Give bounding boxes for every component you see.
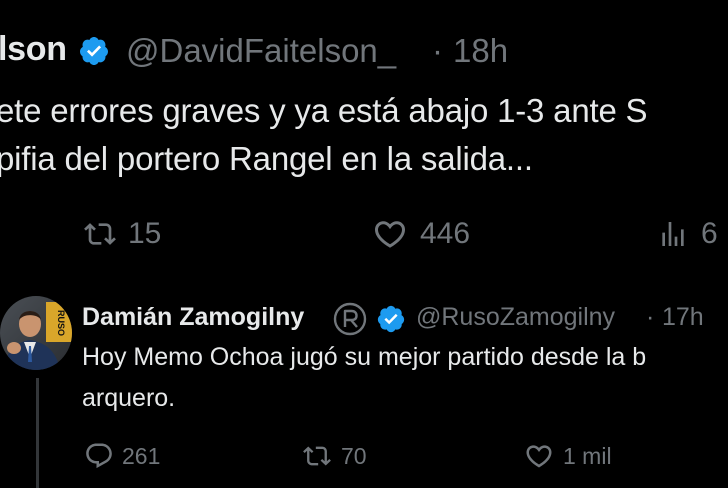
verified-badge-icon [377, 305, 405, 333]
avatar[interactable]: RUSO [0, 296, 72, 370]
author-name[interactable]: lson [0, 30, 67, 69]
separator-dot: · [432, 32, 443, 69]
heart-icon [526, 445, 552, 468]
like-count: 446 [420, 217, 471, 250]
reply-button[interactable]: 261 [84, 440, 160, 472]
retweet-icon [84, 223, 116, 245]
retweet-count: 70 [341, 442, 367, 469]
registered-icon [333, 302, 367, 336]
tweet-text-line: pifia del portero Rangel en la salida... [0, 140, 533, 177]
views-count: 6 [701, 217, 718, 250]
retweet-button[interactable]: 70 [301, 440, 367, 472]
like-count: 1 mil [563, 442, 612, 469]
author-name[interactable]: Damián Zamogilny [82, 303, 304, 332]
timestamp[interactable]: 18h [453, 32, 508, 70]
like-button[interactable]: 1 mil [523, 440, 612, 472]
thread-connector-line [36, 378, 39, 488]
reply-icon [86, 443, 112, 469]
retweet-button[interactable]: 15 [82, 214, 161, 254]
like-button[interactable]: 446 [370, 214, 470, 254]
heart-icon [374, 221, 406, 248]
reply-count: 261 [122, 442, 161, 469]
avatar-logo-text: RUSO [56, 310, 66, 337]
views-icon [662, 222, 684, 246]
timestamp[interactable]: 17h [662, 303, 704, 332]
verified-badge-icon [79, 37, 108, 65]
author-handle[interactable]: @RusoZamogilny [416, 303, 615, 332]
views-button[interactable]: 6 [655, 214, 718, 254]
tweet-text-line: arquero. [82, 384, 176, 412]
retweet-count: 15 [128, 217, 162, 250]
tweet-text-line: ete errores graves y ya está abajo 1-3 a… [0, 92, 648, 129]
separator-dot: · [646, 303, 655, 331]
retweet-icon [303, 446, 331, 466]
author-handle[interactable]: @DavidFaitelson_ [126, 32, 396, 70]
tweet-text-line: Hoy Memo Ochoa jugó su mejor partido des… [82, 343, 647, 371]
